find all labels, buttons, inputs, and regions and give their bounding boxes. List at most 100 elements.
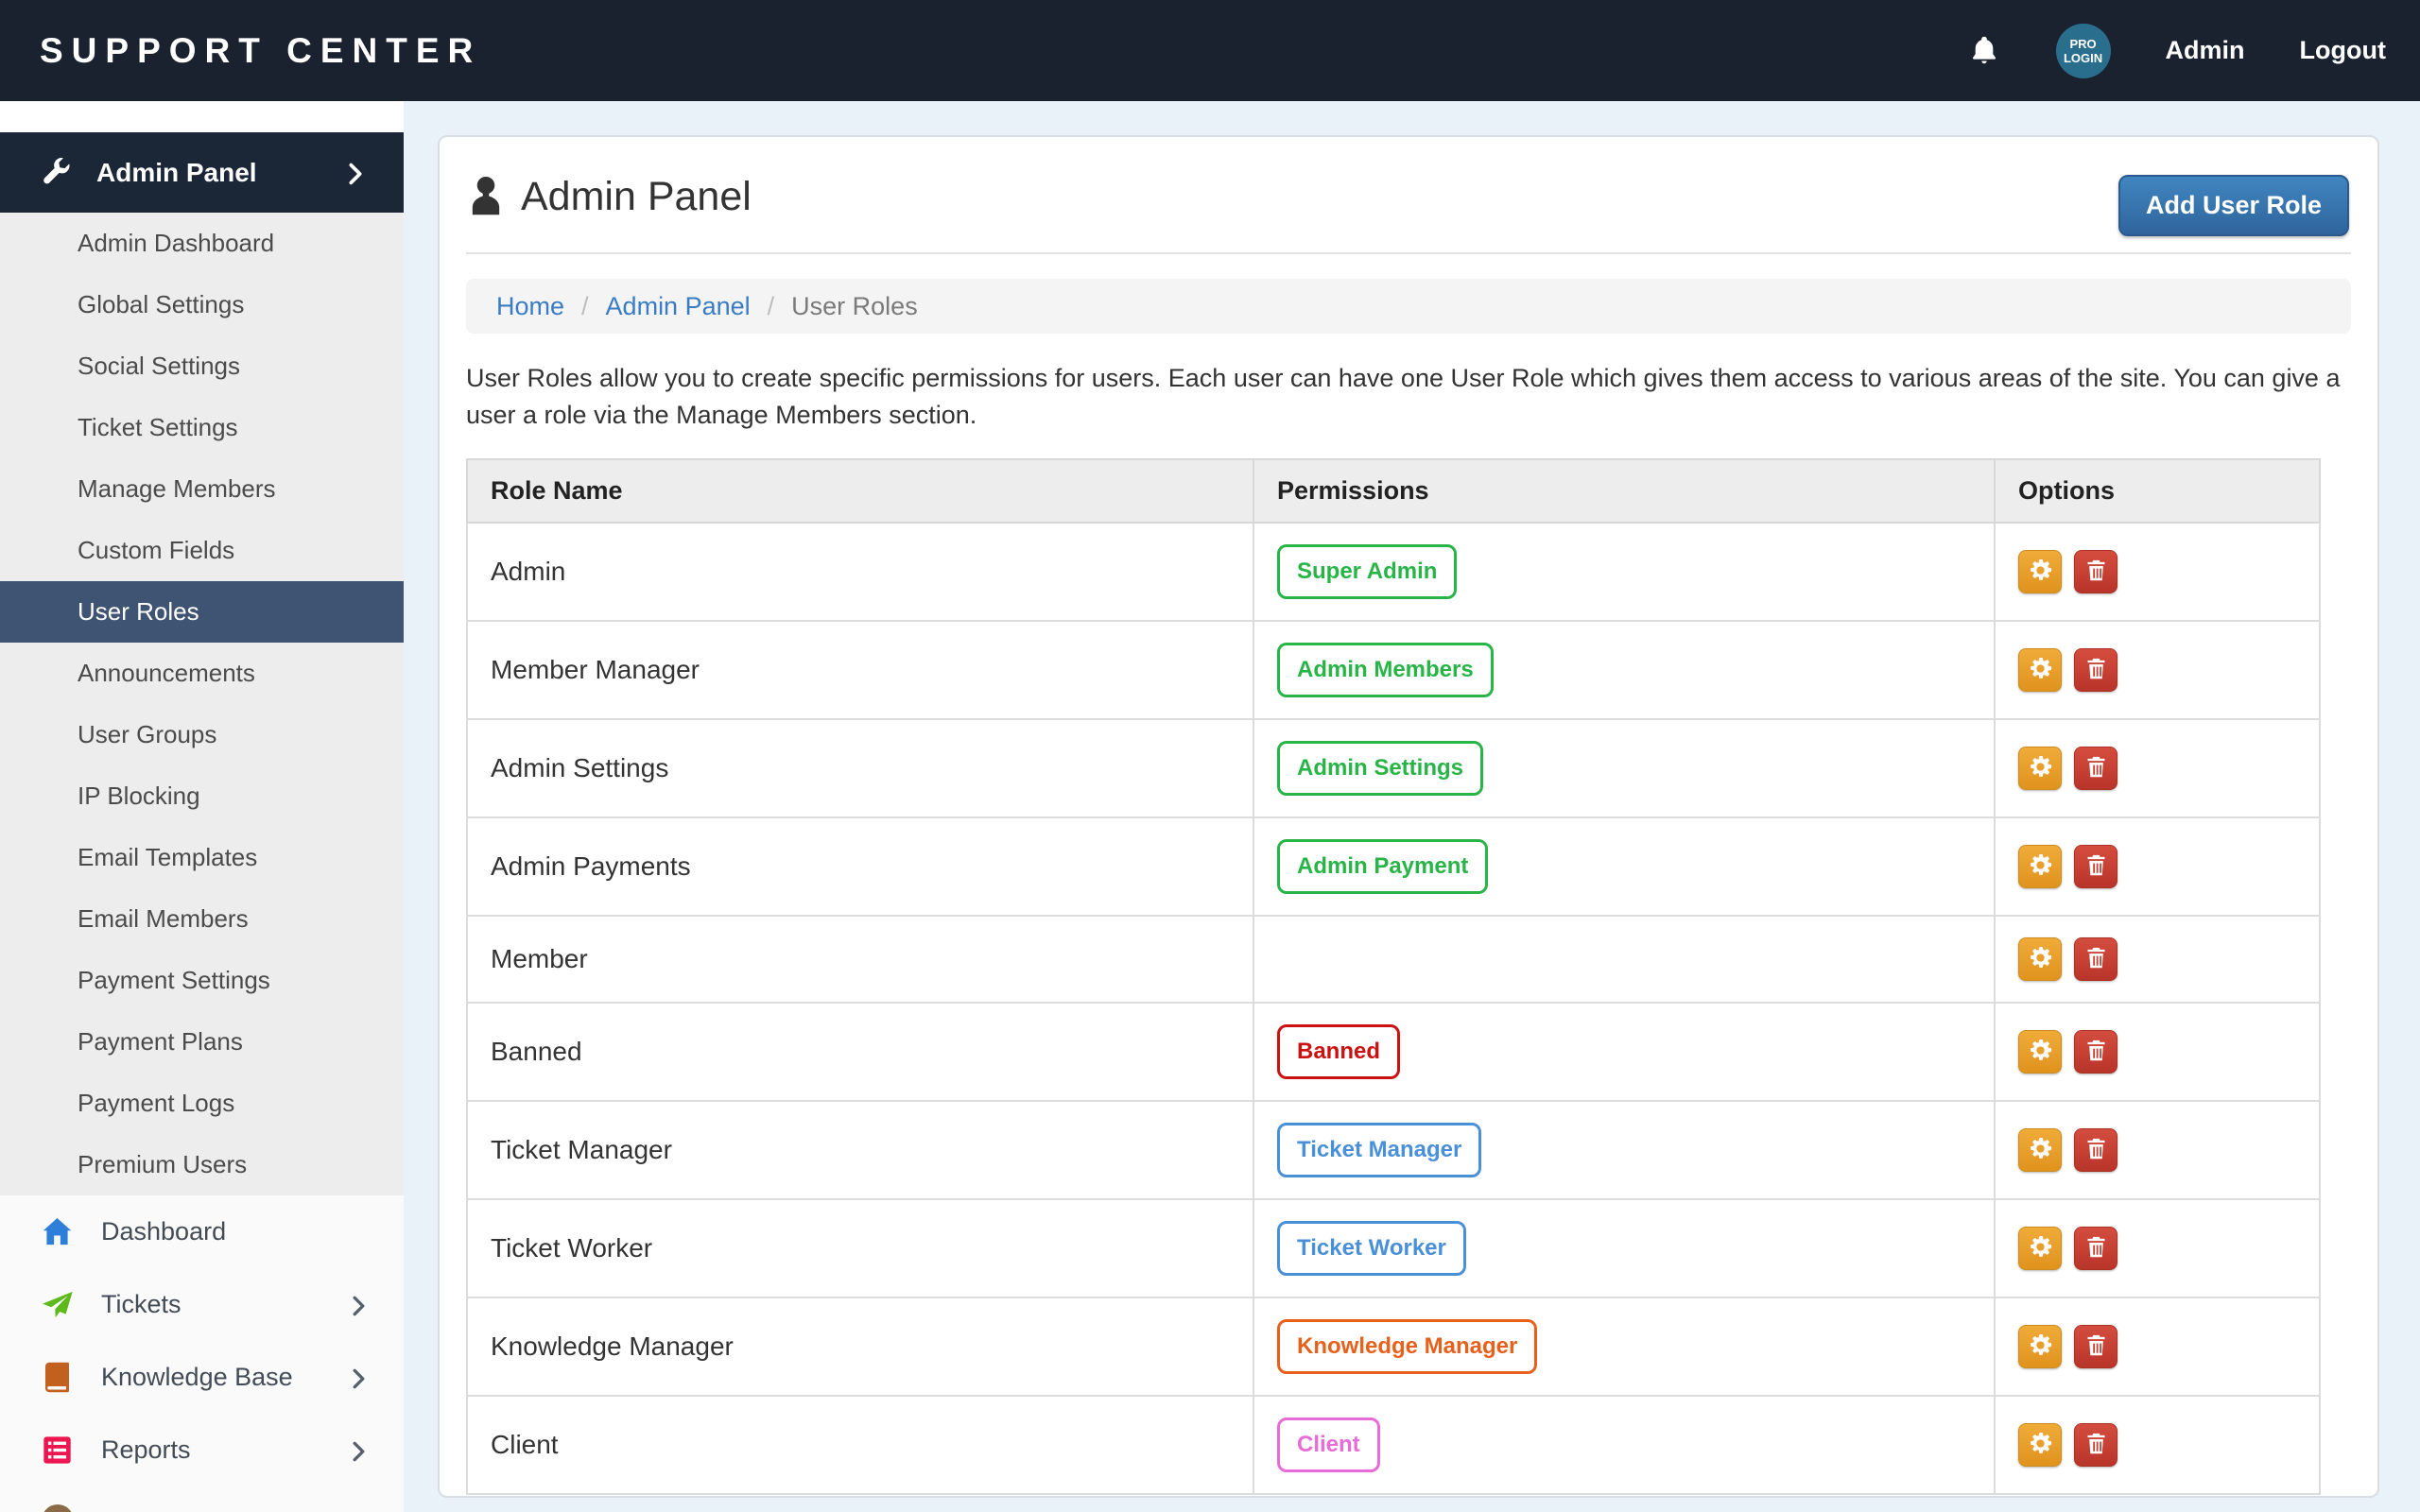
options-cell — [1995, 916, 2320, 1003]
delete-role-button[interactable] — [2074, 1325, 2118, 1368]
edit-role-button[interactable] — [2018, 1325, 2062, 1368]
sidebar-item-ip-blocking[interactable]: IP Blocking — [0, 765, 404, 827]
table-row: Banned Banned — [467, 1003, 2320, 1101]
pro-login-line2: LOGIN — [2064, 51, 2102, 65]
trash-icon — [2083, 1038, 2109, 1066]
delete-role-button[interactable] — [2074, 1423, 2118, 1467]
sidebar-item-reports[interactable]: Reports — [0, 1414, 404, 1486]
options-cell — [1995, 1101, 2320, 1199]
gear-icon — [2028, 1234, 2053, 1263]
breadcrumb-home-link[interactable]: Home — [496, 292, 564, 321]
permission-badge: Admin Settings — [1277, 741, 1483, 796]
sidebar-item-tickets[interactable]: Tickets — [0, 1268, 404, 1341]
role-name-cell: Banned — [467, 1003, 1253, 1101]
sidebar-item-premium-users[interactable]: Premium Users — [0, 1134, 404, 1195]
permission-badge: Super Admin — [1277, 544, 1457, 599]
edit-role-button[interactable] — [2018, 747, 2062, 790]
options-cell — [1995, 1396, 2320, 1494]
sidebar-item-social-settings[interactable]: Social Settings — [0, 335, 404, 397]
delete-role-button[interactable] — [2074, 550, 2118, 593]
edit-role-button[interactable] — [2018, 845, 2062, 888]
edit-role-button[interactable] — [2018, 937, 2062, 981]
logout-link[interactable]: Logout — [2300, 36, 2386, 65]
wrench-icon — [40, 157, 72, 189]
sidebar-item-admin-dashboard[interactable]: Admin Dashboard — [0, 213, 404, 274]
column-header-permissions: Permissions — [1253, 459, 1995, 523]
sidebar-item-payment-logs[interactable]: Payment Logs — [0, 1073, 404, 1134]
sidebar-item-label: Knowledge Base — [101, 1363, 293, 1392]
delete-role-button[interactable] — [2074, 1128, 2118, 1172]
table-row: Member — [467, 916, 2320, 1003]
edit-role-button[interactable] — [2018, 550, 2062, 593]
sidebar-item-label: Admin Panel — [96, 158, 257, 188]
sidebar-item-global-settings[interactable]: Global Settings — [0, 274, 404, 335]
gear-icon — [2028, 945, 2053, 973]
table-row: Admin Settings Admin Settings — [467, 719, 2320, 817]
permission-badge: Banned — [1277, 1024, 1400, 1079]
edit-role-button[interactable] — [2018, 648, 2062, 692]
sidebar-item-payment-plans[interactable]: Payment Plans — [0, 1011, 404, 1073]
trash-icon — [2083, 1431, 2109, 1459]
chevron-right-icon — [353, 1294, 366, 1316]
delete-role-button[interactable] — [2074, 937, 2118, 981]
permissions-cell: Admin Payment — [1253, 817, 1995, 916]
edit-role-button[interactable] — [2018, 1423, 2062, 1467]
sidebar-item-announcements[interactable]: Announcements — [0, 643, 404, 704]
sidebar-item-custom-fields[interactable]: Custom Fields — [0, 520, 404, 581]
edit-role-button[interactable] — [2018, 1030, 2062, 1074]
sidebar-item-email-templates[interactable]: Email Templates — [0, 827, 404, 888]
sidebar-item-payment-settings[interactable]: Payment Settings — [0, 950, 404, 1011]
permission-badge: Admin Payment — [1277, 839, 1488, 894]
column-header-role-name: Role Name — [467, 459, 1253, 523]
pro-login-badge[interactable]: PRO LOGIN — [2056, 24, 2111, 78]
gear-icon — [2028, 1332, 2053, 1361]
delete-role-button[interactable] — [2074, 845, 2118, 888]
options-cell — [1995, 621, 2320, 719]
role-name-cell: Member — [467, 916, 1253, 1003]
partial-user-icon — [42, 1504, 74, 1512]
sidebar-item-ticket-settings[interactable]: Ticket Settings — [0, 397, 404, 458]
options-cell — [1995, 523, 2320, 621]
delete-role-button[interactable] — [2074, 1030, 2118, 1074]
breadcrumb-admin-panel-link[interactable]: Admin Panel — [606, 292, 751, 321]
trash-icon — [2083, 558, 2109, 586]
sidebar-item-label: Dashboard — [101, 1217, 226, 1246]
delete-role-button[interactable] — [2074, 648, 2118, 692]
sidebar-item-user-roles[interactable]: User Roles — [0, 581, 404, 643]
sidebar-item-manage-members[interactable]: Manage Members — [0, 458, 404, 520]
admin-user-link[interactable]: Admin — [2166, 36, 2245, 65]
user-roles-table: Role Name Permissions Options Admin Supe… — [466, 458, 2321, 1495]
sidebar-item-dashboard[interactable]: Dashboard — [0, 1195, 404, 1268]
column-header-options: Options — [1995, 459, 2320, 523]
table-row: Member Manager Admin Members — [467, 621, 2320, 719]
sidebar-item-user-groups[interactable]: User Groups — [0, 704, 404, 765]
table-row: Knowledge Manager Knowledge Manager — [467, 1297, 2320, 1396]
permissions-cell: Admin Settings — [1253, 719, 1995, 817]
edit-role-button[interactable] — [2018, 1227, 2062, 1270]
book-icon — [40, 1360, 75, 1395]
breadcrumb-separator: / — [581, 292, 589, 321]
permissions-cell: Banned — [1253, 1003, 1995, 1101]
sidebar-item-label: Reports — [101, 1435, 191, 1465]
gear-icon — [2028, 754, 2053, 782]
delete-role-button[interactable] — [2074, 747, 2118, 790]
options-cell — [1995, 817, 2320, 916]
main-content: Admin Panel Add User Role Home / Admin P… — [404, 101, 2420, 1512]
permissions-cell: Admin Members — [1253, 621, 1995, 719]
sidebar-item-admin-panel[interactable]: Admin Panel — [0, 132, 404, 213]
permissions-cell: Super Admin — [1253, 523, 1995, 621]
chevron-right-icon — [349, 162, 362, 184]
role-name-cell: Admin Payments — [467, 817, 1253, 916]
gear-icon — [2028, 1038, 2053, 1066]
bell-icon[interactable] — [1967, 33, 2001, 69]
sidebar-item-knowledge-base[interactable]: Knowledge Base — [0, 1341, 404, 1414]
sidebar-item-email-members[interactable]: Email Members — [0, 888, 404, 950]
sidebar-top-gap — [0, 101, 404, 132]
delete-role-button[interactable] — [2074, 1227, 2118, 1270]
edit-role-button[interactable] — [2018, 1128, 2062, 1172]
add-user-role-button[interactable]: Add User Role — [2118, 175, 2349, 236]
permission-badge: Ticket Worker — [1277, 1221, 1466, 1276]
trash-icon — [2083, 1332, 2109, 1361]
permission-badge: Ticket Manager — [1277, 1123, 1481, 1177]
gear-icon — [2028, 558, 2053, 586]
